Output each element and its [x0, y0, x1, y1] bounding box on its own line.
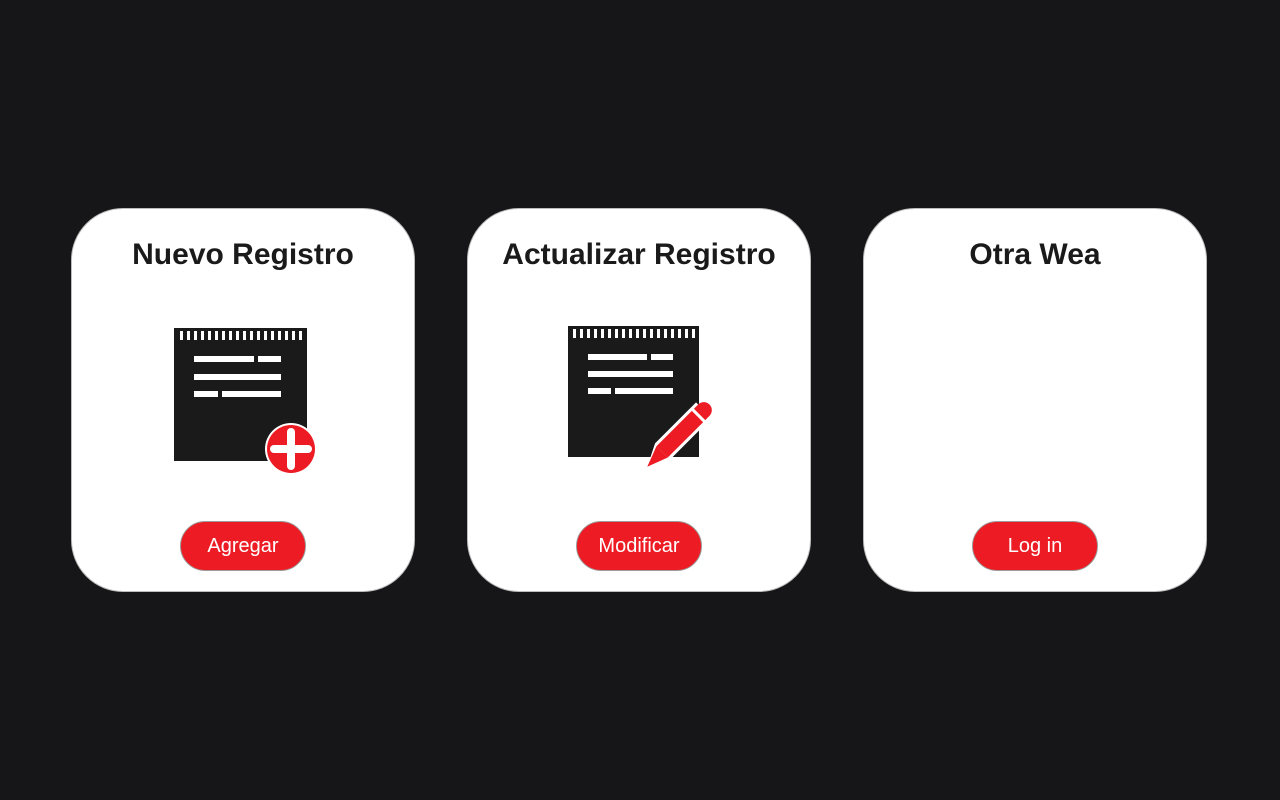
document-add-icon: [174, 328, 317, 475]
card-title: Otra Wea: [969, 238, 1101, 271]
modificar-button[interactable]: Modificar: [576, 521, 702, 571]
card-title: Nuevo Registro: [132, 238, 354, 271]
log-in-button[interactable]: Log in: [972, 521, 1098, 571]
page: Nuevo Registro Agregar Actualizar Regist…: [0, 0, 1280, 800]
card-otra-wea: Otra Wea Log in: [863, 208, 1207, 592]
card-title: Actualizar Registro: [502, 238, 776, 271]
card-actualizar-registro: Actualizar Registro Modificar: [467, 208, 811, 592]
document-edit-icon: [568, 326, 712, 467]
agregar-button[interactable]: Agregar: [180, 521, 306, 571]
card-nuevo-registro: Nuevo Registro Agregar: [71, 208, 415, 592]
